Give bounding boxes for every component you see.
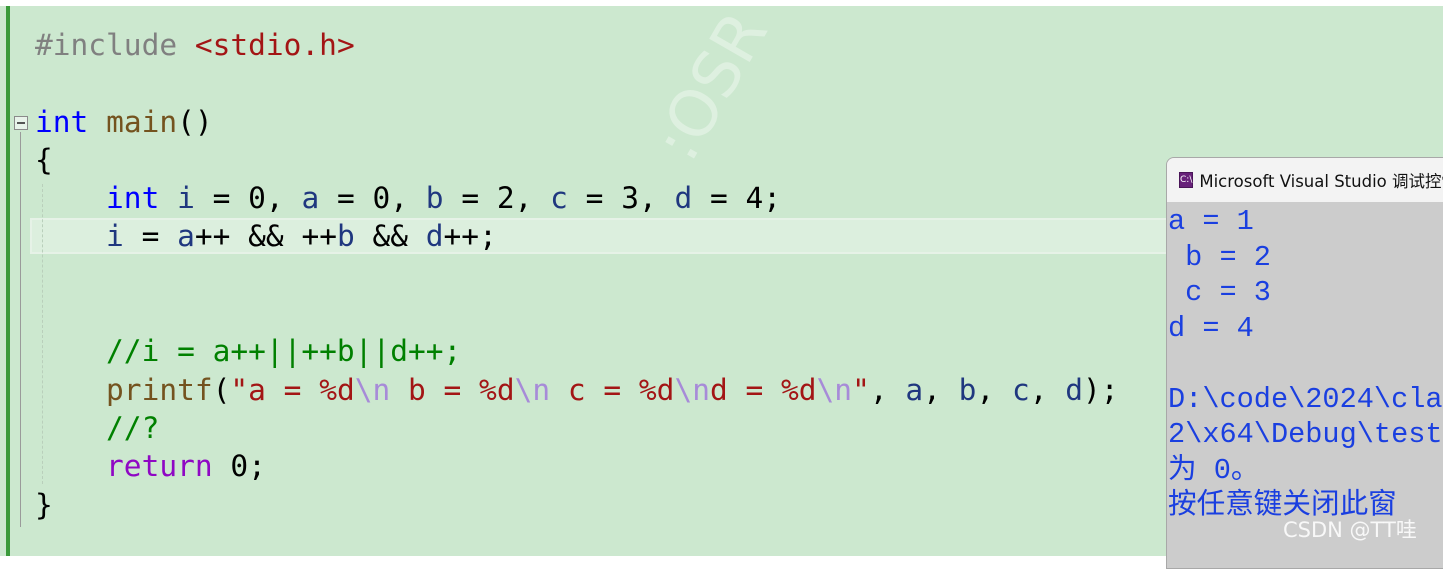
code-token: b (336, 219, 355, 254)
console-output-line: 为 0。 (1168, 453, 1260, 487)
code-token: d = %d (709, 372, 817, 407)
console-output-line: 2\x64\Debug\test (1168, 418, 1443, 451)
code-line[interactable]: //? (35, 409, 1119, 447)
code-token: return (106, 449, 213, 484)
code-token: { (35, 142, 53, 177)
debug-console-window[interactable]: C:\ Microsoft Visual Studio 调试控制台 a = 1 … (1166, 157, 1443, 569)
code-token: = 2, (443, 181, 551, 216)
code-line[interactable]: //i = a++||++b||d++; (35, 332, 1119, 370)
code-line[interactable]: } (35, 486, 1119, 524)
console-output-line: D:\code\2024\cla (1168, 382, 1443, 416)
code-token: b (958, 372, 977, 407)
code-token: , (923, 372, 959, 407)
console-titlebar[interactable]: C:\ Microsoft Visual Studio 调试控制台 (1167, 158, 1443, 202)
console-title: Microsoft Visual Studio 调试控制台 (1199, 172, 1443, 191)
code-token: \n (816, 372, 853, 407)
code-token: , (1029, 372, 1066, 407)
code-token: = 4; (692, 181, 782, 216)
code-token: , (976, 372, 1012, 407)
code-text[interactable]: #include <stdio.h> int main(){ int i = 0… (35, 26, 1119, 524)
code-token: = (123, 219, 178, 254)
code-token: ++; (443, 219, 497, 254)
code-line[interactable]: { (35, 141, 1119, 179)
code-token: ++ && ++ (194, 219, 337, 254)
code-token: " (852, 372, 870, 407)
change-indicator-bar (6, 6, 10, 556)
code-line[interactable]: int i = 0, a = 0, b = 2, c = 3, d = 4; (35, 179, 1119, 217)
code-token: //i = a++||++b||d++; (106, 334, 462, 369)
code-token: } (35, 487, 53, 522)
code-line[interactable]: int main() (35, 103, 1119, 141)
code-token: ( (212, 372, 231, 407)
code-token: \n (674, 372, 710, 407)
code-token: 0; (212, 449, 266, 484)
fold-guide (20, 132, 21, 527)
code-token: a (301, 181, 320, 216)
code-token: c = %d (550, 372, 675, 407)
console-app-icon: C:\ (1179, 172, 1194, 188)
code-line[interactable]: i = a++ && ++b && d++; (35, 217, 1119, 255)
code-token: () (177, 104, 213, 139)
code-token: <stdio.h> (194, 28, 355, 62)
code-token: b = %d (390, 372, 515, 407)
code-token: ); (1083, 372, 1119, 407)
code-token: b (425, 181, 444, 216)
code-token: printf (106, 372, 213, 407)
console-output-line: a = 1 (1168, 205, 1254, 238)
console-output-line: c = 3 (1168, 276, 1271, 309)
code-token: \n (514, 372, 551, 407)
console-output: a = 1 b = 2 c = 3d = 4 D:\code\2024\cla 2\… (1168, 204, 1443, 524)
code-token: , (869, 372, 906, 407)
collapse-icon[interactable] (14, 116, 28, 130)
console-output-line: d = 4 (1168, 311, 1254, 345)
code-token: "a = %d (230, 372, 355, 407)
code-line[interactable]: printf("a = %d\n b = %d\n c = %d\nd = %d… (35, 371, 1119, 409)
code-line[interactable]: return 0; (35, 447, 1119, 485)
code-token: c (550, 181, 568, 216)
code-token: = 0, (194, 181, 302, 216)
code-token: int (106, 181, 160, 216)
code-token: c (1011, 372, 1030, 407)
code-token: a (177, 219, 195, 254)
code-token: \n (354, 372, 391, 407)
code-token: main (106, 104, 178, 139)
code-token: i (106, 219, 124, 254)
code-token: i (177, 181, 195, 216)
code-token: d (674, 181, 693, 216)
code-token: //? (106, 410, 160, 445)
code-token: int (35, 104, 89, 139)
code-token: = 3, (567, 181, 675, 216)
code-token: && (354, 219, 426, 254)
csdn-watermark: CSDN @TT哇 (1283, 518, 1417, 542)
code-token: #include (35, 28, 195, 62)
console-output-line: b = 2 (1168, 240, 1271, 274)
code-line[interactable] (35, 256, 1119, 294)
code-token: = 0, (319, 181, 426, 216)
code-line[interactable] (35, 294, 1119, 332)
code-token: d (425, 219, 444, 254)
code-line[interactable]: #include <stdio.h> (35, 26, 1119, 64)
code-token: a (905, 372, 924, 407)
code-line[interactable] (35, 64, 1119, 102)
code-token: d (1065, 372, 1084, 407)
